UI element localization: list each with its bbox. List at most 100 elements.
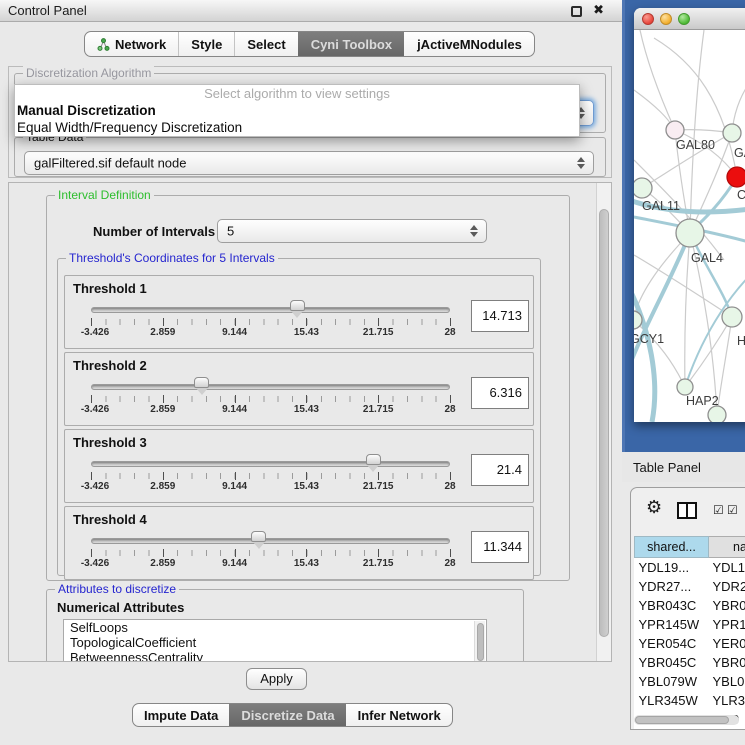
apply-button[interactable]: Apply	[246, 668, 307, 690]
column-header-shared-name[interactable]: shared...	[635, 537, 709, 558]
network-canvas[interactable]: GAL80 GA C GAL11 GAL4 GCY1 H HAP2	[634, 30, 745, 422]
tick-label: 28	[444, 327, 455, 338]
tab-discretize-data[interactable]: Discretize Data	[229, 704, 345, 726]
slider-track[interactable]	[91, 461, 450, 467]
column-header-name[interactable]: na	[709, 537, 745, 558]
attribute-list-item[interactable]: SelfLoops	[64, 620, 486, 635]
table-cell[interactable]: YPR145W	[635, 615, 709, 634]
table-cell[interactable]: YDL19...	[635, 558, 709, 577]
threshold-4-value-field[interactable]: 11.344	[471, 531, 529, 563]
table-row[interactable]: YPR145WYPR1	[635, 615, 745, 634]
table-row[interactable]: YER054CYER0	[635, 634, 745, 653]
dropdown-option-manual-discretization[interactable]: Manual Discretization	[15, 102, 579, 119]
network-node-partial[interactable]	[708, 406, 726, 422]
table-data-selected-value: galFiltered.sif default node	[34, 156, 186, 171]
attribute-list-item[interactable]: TopologicalCoefficient	[64, 635, 486, 650]
slider-thumb[interactable]	[251, 531, 266, 542]
network-node-ga[interactable]	[723, 124, 741, 142]
tab-network[interactable]: Network	[85, 32, 178, 56]
network-node-h[interactable]	[722, 307, 742, 327]
threshold-2-value-field[interactable]: 6.316	[471, 377, 529, 409]
table-cell[interactable]: YBR0	[709, 596, 745, 615]
slider-track[interactable]	[91, 538, 450, 544]
table-row[interactable]: YDL19...YDL1	[635, 558, 745, 577]
table-cell[interactable]: YER0	[709, 634, 745, 653]
control-panel-titlebar[interactable]: Control Panel ✖	[0, 0, 622, 22]
threshold-box-1: Threshold 1 -3.426 2.859 9.144 15.43 21.…	[64, 275, 534, 349]
combobox-arrows-icon	[577, 157, 585, 169]
tick-label: 9.144	[222, 404, 247, 415]
threshold-title: Threshold 2	[73, 358, 147, 373]
node-label: C	[737, 188, 745, 202]
table-cell[interactable]: YBR043C	[635, 596, 709, 615]
minimize-traffic-light-icon[interactable]	[660, 13, 672, 25]
tick-label: 9.144	[222, 327, 247, 338]
slider-thumb[interactable]	[366, 454, 381, 465]
table-cell[interactable]: YPR1	[709, 615, 745, 634]
table-cell[interactable]: YBL0	[709, 672, 745, 691]
table-cell[interactable]: YDR27...	[635, 577, 709, 596]
tab-label: Impute Data	[144, 708, 218, 723]
table-row[interactable]: YBL079WYBL0	[635, 672, 745, 691]
node-label: GAL11	[642, 199, 680, 213]
network-node-red-selected[interactable]	[727, 167, 745, 187]
float-window-icon[interactable]	[571, 6, 582, 17]
interval-definition-group-title: Interval Definition	[55, 188, 154, 202]
table-cell[interactable]: YBR0	[709, 653, 745, 672]
table-row[interactable]: YBR045CYBR0	[635, 653, 745, 672]
table-panel-titlebar[interactable]: Table Panel	[622, 452, 745, 482]
numerical-attributes-label: Numerical Attributes	[57, 600, 184, 615]
table-cell[interactable]: YDR2	[709, 577, 745, 596]
close-traffic-light-icon[interactable]	[642, 13, 654, 25]
checkbox-icon[interactable]: ☑	[713, 503, 724, 517]
list-scrollbar[interactable]	[474, 621, 485, 662]
slider-track[interactable]	[91, 384, 450, 390]
table-cell[interactable]: YER054C	[635, 634, 709, 653]
tab-impute-data[interactable]: Impute Data	[133, 704, 229, 726]
close-icon[interactable]: ✖	[593, 2, 604, 18]
attribute-list-item[interactable]: BetweennessCentrality	[64, 650, 486, 662]
slider-thumb[interactable]	[290, 300, 305, 311]
table-cell[interactable]: YBR045C	[635, 653, 709, 672]
table-row[interactable]: YBR043CYBR0	[635, 596, 745, 615]
zoom-traffic-light-icon[interactable]	[678, 13, 690, 25]
split-column-icon[interactable]	[677, 502, 697, 519]
tab-label: Network	[115, 37, 166, 52]
tab-jactivemnodules[interactable]: jActiveMNodules	[404, 32, 534, 56]
tick-label: -3.426	[81, 481, 109, 492]
tick-label: 21.715	[363, 327, 394, 338]
network-window-titlebar[interactable]	[634, 8, 745, 30]
table-cell[interactable]: YBL079W	[635, 672, 709, 691]
tab-cyni-toolbox[interactable]: Cyni Toolbox	[298, 32, 404, 56]
checkbox-icon[interactable]: ☑	[727, 503, 738, 517]
thresholds-group: Threshold's Coordinates for 5 Intervals …	[57, 258, 541, 576]
tab-style[interactable]: Style	[178, 32, 234, 56]
table-hscrollbar[interactable]	[634, 715, 739, 725]
tab-infer-network[interactable]: Infer Network	[346, 704, 452, 726]
control-panel: Control Panel ✖ Network StyleSelectCyni T…	[0, 0, 622, 745]
network-node-gal11[interactable]	[634, 178, 652, 198]
table-row[interactable]: YLR345WYLR3	[635, 691, 745, 710]
slider-thumb[interactable]	[194, 377, 209, 388]
table-cell[interactable]: YLR345W	[635, 691, 709, 710]
dropdown-option-equal-width-frequency[interactable]: Equal Width/Frequency Discretization	[15, 119, 579, 136]
settings-panel-scrollbar[interactable]	[596, 183, 611, 661]
tab-select[interactable]: Select	[234, 32, 297, 56]
network-node-gal80[interactable]	[666, 121, 684, 139]
table-cell[interactable]: YLR3	[709, 691, 745, 710]
threshold-3-value-field[interactable]: 21.4	[471, 454, 529, 486]
network-node-hap2[interactable]	[677, 379, 693, 395]
slider-track[interactable]	[91, 307, 450, 313]
threshold-1-value-field[interactable]: 14.713	[471, 300, 529, 332]
number-of-intervals-spinner[interactable]: 5	[217, 219, 487, 243]
tick-label: 2.859	[150, 327, 175, 338]
gear-icon[interactable]: ⚙	[646, 497, 662, 518]
network-view-window: GAL80 GA C GAL11 GAL4 GCY1 H HAP2	[634, 8, 745, 422]
table-row[interactable]: YDR27...YDR2	[635, 577, 745, 596]
dropdown-placeholder-item[interactable]: Select algorithm to view settings	[15, 85, 579, 102]
slider-minor-ticks	[91, 473, 451, 479]
tick-label: 15.43	[294, 558, 319, 569]
table-cell[interactable]: YDL1	[709, 558, 745, 577]
table-data-combobox[interactable]: galFiltered.sif default node	[24, 151, 594, 175]
network-node-gal4[interactable]	[676, 219, 704, 247]
